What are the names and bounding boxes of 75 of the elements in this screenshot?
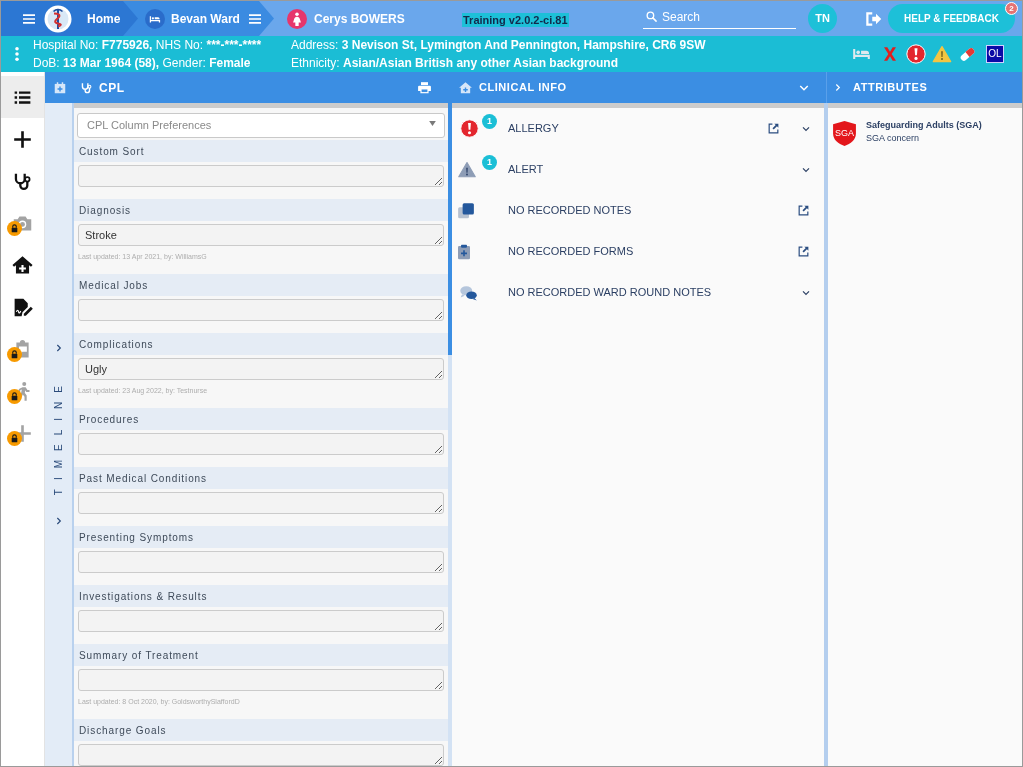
printer-icon[interactable]: [417, 80, 432, 95]
shield-badge: SGA: [832, 120, 857, 147]
panel-title: ATTRIBUTES: [853, 80, 928, 96]
scrollbar-thumb[interactable]: [448, 103, 452, 355]
house-plus-icon: [458, 80, 473, 95]
text-field[interactable]: [78, 165, 444, 187]
attribute-title[interactable]: Safeguarding Adults (SGA): [866, 119, 982, 132]
text-field[interactable]: Stroke: [78, 224, 444, 246]
stacked-squares-icon: [457, 201, 475, 220]
panel-title: CLINICAL INFO: [479, 80, 567, 96]
text-field[interactable]: [78, 299, 444, 321]
text-field[interactable]: [78, 669, 444, 691]
text-field[interactable]: [78, 433, 444, 455]
logo-icon[interactable]: [44, 4, 72, 33]
section-header: Diagnosis: [74, 199, 448, 221]
breadcrumb-link[interactable]: Home: [87, 9, 121, 28]
chevron-right-icon[interactable]: [54, 515, 63, 526]
warning-triangle-icon: [457, 160, 477, 179]
text-field[interactable]: [78, 744, 444, 766]
patient-info-line: Hospital No: F775926, NHS No: ***-***-****: [33, 37, 263, 54]
section-header: Investigations & Results: [74, 585, 448, 607]
external-link-icon[interactable]: [797, 245, 810, 258]
chevron-right-icon[interactable]: [54, 343, 63, 354]
section-header: Complications: [74, 333, 448, 355]
indicator-badge: OL: [986, 45, 1004, 63]
logout-icon[interactable]: [864, 9, 882, 28]
stethoscope-icon: [80, 80, 93, 95]
kebab-menu-icon[interactable]: [14, 46, 20, 62]
calendar-plus-icon[interactable]: [52, 80, 67, 95]
search-icon: [645, 10, 658, 23]
section-header: Medical Jobs: [74, 274, 448, 296]
text-field[interactable]: [78, 492, 444, 514]
category-title[interactable]: NO RECORDED FORMS: [508, 243, 634, 260]
external-link-icon[interactable]: [767, 122, 780, 135]
bed-icon: [145, 8, 165, 29]
environment-label: Training v2.0.2-ci.81: [462, 13, 569, 27]
preferences-dropdown[interactable]: CPL Column Preferences: [77, 113, 445, 138]
count-badge: 1: [482, 113, 497, 129]
exclamation-circle-icon: [460, 119, 479, 138]
female-person-icon: [287, 8, 307, 29]
cross-icon: [882, 44, 898, 64]
patient-info-line: Address: 3 Nevison St, Lymington And Pennington, Hampshire, CR6 9SW: [291, 37, 706, 54]
clipboard-plus-icon: [456, 242, 472, 261]
chat-bubbles-icon: [458, 283, 479, 302]
chevron-down-icon[interactable]: [802, 288, 810, 297]
chevron-right-icon[interactable]: [834, 82, 842, 93]
category-title[interactable]: ALERT: [508, 161, 544, 178]
patient-info-line: DoB: 13 Mar 1964 (58), Gender: Female: [33, 55, 252, 72]
attribute-subtitle: SGA concern: [866, 132, 921, 145]
caret-icon: [429, 121, 436, 126]
notification-badge: 2: [1005, 2, 1018, 15]
chevron-down-icon[interactable]: [802, 124, 810, 133]
panel-title: CPL: [99, 79, 125, 97]
section-header: Presenting Symptoms: [74, 526, 448, 548]
section-header: Procedures: [74, 408, 448, 430]
category-title[interactable]: NO RECORDED NOTES: [508, 202, 632, 219]
section-header: Discharge Goals: [74, 719, 448, 741]
warning-triangle-icon: [932, 44, 952, 64]
timeline-label[interactable]: TIMELINE: [51, 377, 66, 496]
section-header: Custom Sort: [74, 140, 448, 162]
external-link-icon[interactable]: [797, 204, 810, 217]
search-field[interactable]: Search: [662, 6, 796, 27]
text-field[interactable]: Ugly: [78, 358, 444, 380]
patient-info-line: Ethnicity: Asian/Asian British any other Asian background: [291, 55, 619, 72]
section-header: Summary of Treatment: [74, 644, 448, 666]
breadcrumb-link[interactable]: Bevan Ward: [171, 9, 240, 28]
exclamation-circle-icon: [906, 44, 926, 64]
section-header: Past Medical Conditions: [74, 467, 448, 489]
category-title[interactable]: ALLERGY: [508, 120, 559, 137]
count-badge: 1: [482, 154, 497, 170]
chevron-down-icon[interactable]: [802, 165, 810, 174]
sidebar-button[interactable]: [1, 76, 44, 118]
text-field[interactable]: [78, 551, 444, 573]
category-title[interactable]: NO RECORDED WARD ROUND NOTES: [508, 284, 712, 301]
text-field[interactable]: [78, 610, 444, 632]
